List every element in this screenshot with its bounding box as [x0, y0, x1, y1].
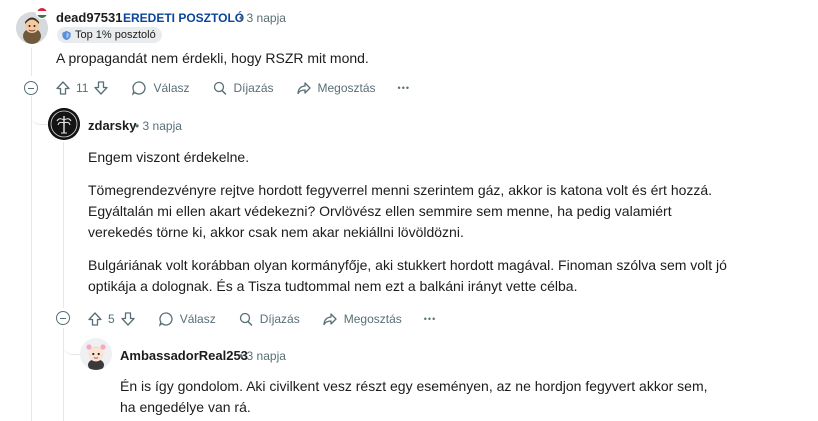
timestamp[interactable]: • 3 napja — [135, 119, 182, 133]
username[interactable]: AmbassadorReal253 — [120, 348, 248, 363]
award-label: Díjazás — [233, 81, 274, 95]
downvote-icon[interactable] — [120, 311, 136, 327]
upvote-icon[interactable] — [87, 311, 103, 327]
share-button[interactable]: Megosztás — [296, 80, 376, 96]
op-badge: EREDETI POSZTOLÓ — [123, 11, 245, 25]
vote-score: 11 — [76, 81, 89, 95]
flair-label: Top 1% posztoló — [75, 29, 156, 41]
user-flair: Top 1% posztoló — [57, 27, 162, 43]
comment-actions: 5 Válasz Díjazás Megosztás ••• — [87, 307, 458, 331]
vote-group: 11 — [55, 80, 109, 96]
share-label: Megosztás — [317, 81, 376, 95]
share-label: Megosztás — [343, 312, 402, 326]
share-icon — [322, 311, 338, 327]
avatar[interactable] — [48, 108, 80, 140]
avatar[interactable] — [80, 338, 112, 370]
reply-button[interactable]: Válasz — [158, 311, 216, 327]
country-flag-icon — [36, 7, 48, 19]
comment-body: A propagandát nem érdekli, hogy RSZR mit… — [56, 48, 776, 69]
flair-shield-icon — [61, 30, 72, 41]
comment-body: Én is így gondolom. Aki civilkent vesz r… — [120, 376, 710, 418]
comment-bubble-icon — [131, 80, 147, 96]
upvote-icon[interactable] — [55, 80, 71, 96]
thread-branch — [31, 98, 49, 125]
more-options-button[interactable]: ••• — [398, 83, 410, 93]
comment-paragraph: Engem viszont érdekelne. — [88, 149, 250, 165]
comment-paragraph: Én is így gondolom. Aki civilkent vesz r… — [120, 378, 708, 415]
award-button[interactable]: Díjazás — [238, 311, 300, 327]
comment-body: Engem viszont érdekelne. Tömegrendezvény… — [88, 147, 728, 297]
award-button[interactable]: Díjazás — [212, 80, 274, 96]
more-options-button[interactable]: ••• — [424, 314, 436, 324]
award-label: Díjazás — [259, 312, 300, 326]
comment-paragraph: Tömegrendezvényre rejtve hordott fegyver… — [88, 182, 713, 240]
timestamp[interactable]: • 3 napja — [239, 11, 286, 25]
username[interactable]: zdarsky — [88, 118, 136, 133]
award-icon — [238, 311, 254, 327]
thread-line — [63, 142, 64, 308]
reply-button[interactable]: Válasz — [131, 80, 190, 96]
thread-line — [31, 96, 32, 421]
comment-paragraph: A propagandát nem érdekli, hogy RSZR mit… — [56, 50, 369, 66]
downvote-icon[interactable] — [93, 80, 109, 96]
timestamp[interactable]: • 3 napja — [239, 349, 286, 363]
share-icon — [296, 80, 312, 96]
reply-label: Válasz — [179, 312, 216, 326]
thread-line — [31, 48, 32, 76]
comment-paragraph: Bulgáriának volt korábban olyan kormányf… — [88, 257, 727, 294]
username[interactable]: dead97531 — [56, 10, 123, 25]
thread-branch — [63, 330, 81, 355]
more-options-icon: ••• — [397, 83, 410, 93]
collapse-button[interactable] — [56, 311, 70, 325]
comment-bubble-icon — [158, 311, 174, 327]
comment-actions: 11 Válasz Díjazás Megosztás ••• — [55, 76, 432, 100]
award-icon — [212, 80, 228, 96]
vote-score: 5 — [108, 312, 115, 326]
reply-label: Válasz — [153, 81, 190, 95]
more-options-icon: ••• — [423, 314, 437, 324]
share-button[interactable]: Megosztás — [322, 311, 402, 327]
collapse-button[interactable] — [24, 81, 38, 95]
vote-group: 5 — [87, 311, 136, 327]
